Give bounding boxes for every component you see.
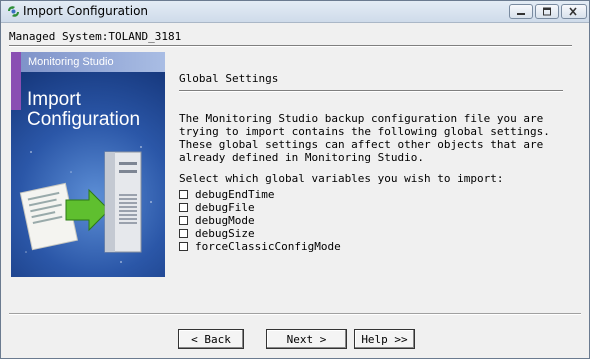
variable-row-debugMode[interactable]: debugMode (179, 214, 341, 227)
banner-title: Import Configuration (27, 90, 140, 130)
section-divider (179, 90, 563, 92)
title-bar[interactable]: Import Configuration (1, 1, 589, 23)
close-icon (569, 7, 577, 16)
variable-row-debugFile[interactable]: debugFile (179, 201, 341, 214)
minimize-button[interactable] (509, 4, 533, 19)
maximize-button[interactable] (535, 4, 559, 19)
variable-label: debugSize (195, 227, 255, 240)
variable-row-forceClassicConfigMode[interactable]: forceClassicConfigMode (179, 240, 341, 253)
minimize-icon (517, 13, 525, 15)
banner-title-line1: Import (27, 89, 81, 110)
selection-prompt: Select which global variables you wish t… (179, 172, 504, 185)
global-variables-list: debugEndTime debugFile debugMode debugSi… (179, 188, 341, 253)
help-button[interactable]: Help >> (354, 329, 415, 349)
next-button[interactable]: Next > (266, 329, 347, 349)
variable-row-debugSize[interactable]: debugSize (179, 227, 341, 240)
import-illustration-icon (19, 146, 152, 263)
variable-label: forceClassicConfigMode (195, 240, 341, 253)
back-button[interactable]: < Back (178, 329, 244, 349)
header-divider (9, 45, 572, 47)
banner-accent-stripe (11, 52, 21, 110)
import-configuration-window: Import Configuration Managed System:TOLA… (0, 0, 590, 359)
banner-title-line2: Configuration (27, 109, 141, 130)
checkbox-forceClassicConfigMode[interactable] (179, 242, 188, 251)
checkbox-debugSize[interactable] (179, 229, 188, 238)
checkbox-debugEndTime[interactable] (179, 190, 188, 199)
checkbox-debugMode[interactable] (179, 216, 188, 225)
app-icon (8, 6, 19, 17)
section-title: Global Settings (179, 72, 279, 85)
description-text: The Monitoring Studio backup configurati… (179, 112, 550, 164)
checkbox-debugFile[interactable] (179, 203, 188, 212)
variable-label: debugEndTime (195, 188, 275, 201)
close-button[interactable] (561, 4, 587, 19)
footer-divider (9, 313, 581, 315)
window-title: Import Configuration (23, 4, 149, 18)
variable-label: debugFile (195, 201, 255, 214)
side-banner: Monitoring Studio Import Configuration (11, 52, 165, 277)
variable-label: debugMode (195, 214, 255, 227)
managed-system-label: Managed System:TOLAND_3181 (9, 30, 182, 43)
variable-row-debugEndTime[interactable]: debugEndTime (179, 188, 341, 201)
banner-brand: Monitoring Studio (28, 56, 114, 68)
maximize-icon (543, 7, 551, 16)
